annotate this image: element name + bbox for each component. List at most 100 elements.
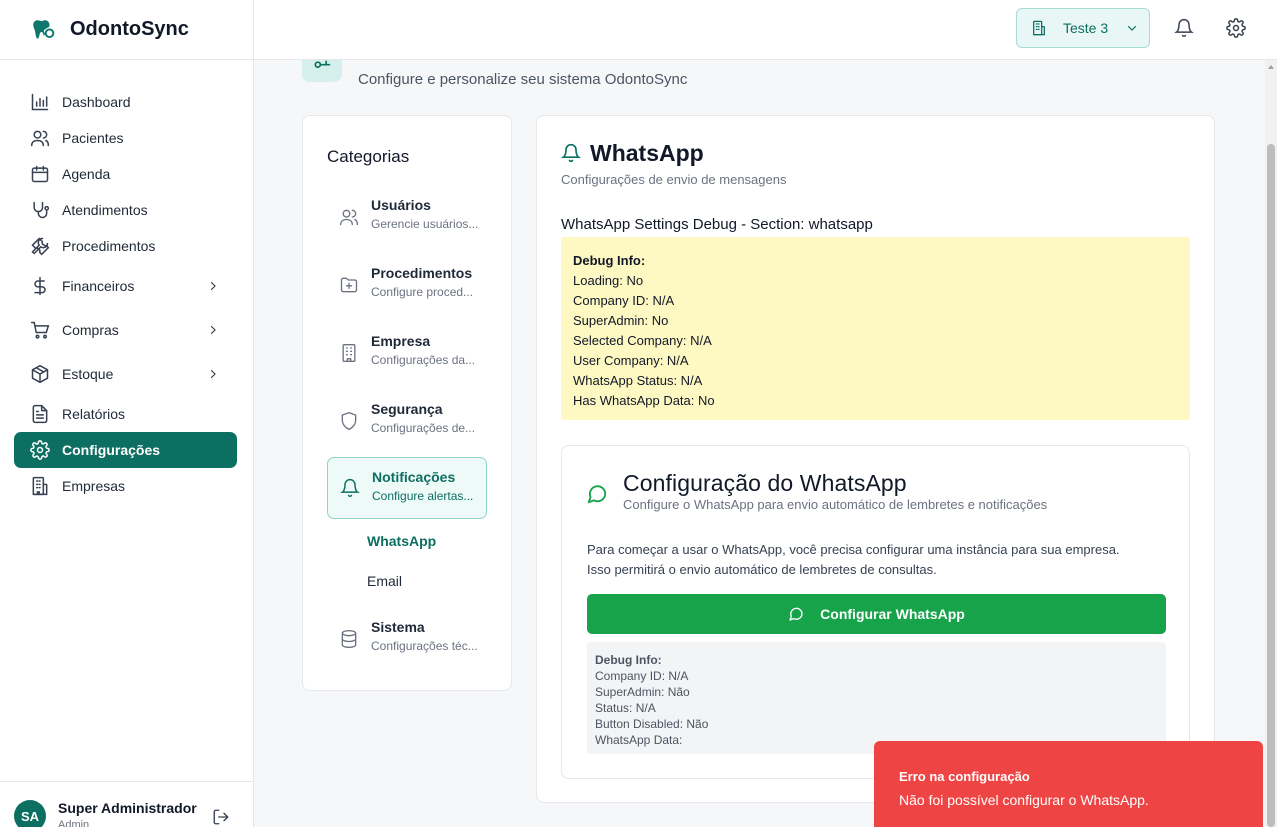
button-label: Configurar WhatsApp <box>820 606 965 622</box>
category-subtitle: Gerencie usuários... <box>371 217 479 231</box>
chevron-right-icon <box>207 324 219 336</box>
scroll-thumb[interactable] <box>1267 144 1275 827</box>
sidebar-item-configuracoes[interactable]: Configurações <box>14 432 237 468</box>
sidebar-item-label: Estoque <box>62 366 114 382</box>
logout-icon[interactable] <box>212 808 230 826</box>
toast-title: Erro na configuração <box>899 769 1030 784</box>
card-paragraph: Para começar a usar o WhatsApp, você pre… <box>587 542 1120 557</box>
category-title: Notificações <box>372 469 456 485</box>
company-selector[interactable]: Teste 3 <box>1016 8 1150 48</box>
debug-line: Company ID: N/A <box>595 669 689 683</box>
bell-icon <box>561 143 581 163</box>
category-title: Sistema <box>371 619 425 635</box>
bar-chart-icon <box>30 92 50 112</box>
sidebar-item-label: Agenda <box>62 166 111 182</box>
category-procedimentos[interactable]: Procedimentos Configure proced... <box>327 254 487 316</box>
toast-message: Não foi possível configurar o WhatsApp. <box>899 792 1149 808</box>
users-icon <box>30 128 50 148</box>
sidebar-item-label: Pacientes <box>62 130 124 146</box>
user-profile: SA Super Administrador Admin <box>0 781 253 827</box>
sidebar-item-label: Financeiros <box>62 278 135 294</box>
users-icon <box>339 207 359 227</box>
cart-icon <box>30 320 50 340</box>
bell-icon[interactable] <box>1174 18 1194 38</box>
sidebar-item-label: Relatórios <box>62 406 126 422</box>
debug-heading: WhatsApp Settings Debug - Section: whats… <box>561 216 873 233</box>
debug-line: Status: N/A <box>595 701 656 715</box>
chevron-down-icon <box>1126 22 1138 34</box>
calendar-icon <box>30 164 50 184</box>
sidebar-nav: Dashboard Pacientes Agenda Atendimentos … <box>0 60 253 504</box>
scroll-up-arrow[interactable] <box>1268 65 1274 69</box>
shield-icon <box>339 411 359 431</box>
category-usuarios[interactable]: Usuários Gerencie usuários... <box>327 186 487 248</box>
debug-line: WhatsApp Status: N/A <box>573 373 703 388</box>
error-toast[interactable]: Erro na configuração Não foi possível co… <box>874 741 1263 827</box>
section-subtitle: Configurações de envio de mensagens <box>561 172 787 187</box>
card-title: Configuração do WhatsApp <box>623 470 907 496</box>
debug-line: Button Disabled: Não <box>595 717 709 731</box>
top-header: Teste 3 <box>254 0 1277 60</box>
sidebar-item-relatorios[interactable]: Relatórios <box>14 396 237 432</box>
sidebar-item-label: Atendimentos <box>62 202 148 218</box>
debug-info-box: Debug Info: Loading: No Company ID: N/A … <box>561 237 1190 420</box>
category-sistema[interactable]: Sistema Configurações téc... <box>327 608 487 670</box>
gear-icon <box>30 440 50 460</box>
debug-line: Selected Company: N/A <box>573 333 712 348</box>
debug-line: User Company: N/A <box>573 353 689 368</box>
category-seguranca[interactable]: Segurança Configurações de... <box>327 390 487 452</box>
category-notificacoes[interactable]: Notificações Configure alertas... <box>327 457 487 519</box>
sidebar-item-dashboard[interactable]: Dashboard <box>14 84 237 120</box>
sidebar-item-empresas[interactable]: Empresas <box>14 468 237 504</box>
debug-line: Company ID: N/A <box>573 293 675 308</box>
report-icon <box>30 404 50 424</box>
sidebar-item-procedimentos[interactable]: Procedimentos <box>14 228 237 264</box>
database-icon <box>339 629 359 649</box>
whatsapp-config-card: Configuração do WhatsApp Configure o Wha… <box>561 445 1190 779</box>
building-icon <box>1031 20 1047 36</box>
building-icon <box>30 476 50 496</box>
building-icon <box>339 343 359 363</box>
category-title: Empresa <box>371 333 431 349</box>
card-description: Para começar a usar o WhatsApp, você pre… <box>587 540 1177 580</box>
message-circle-icon <box>788 606 804 622</box>
sidebar-item-label: Compras <box>62 322 119 338</box>
debug-line: Has WhatsApp Data: No <box>573 393 715 408</box>
categories-title: Categorias <box>327 147 410 166</box>
sidebar-item-label: Procedimentos <box>62 238 156 254</box>
sidebar-item-pacientes[interactable]: Pacientes <box>14 120 237 156</box>
subcategory-whatsapp[interactable]: WhatsApp <box>367 533 436 549</box>
dollar-icon <box>30 276 50 296</box>
avatar[interactable]: SA <box>14 800 46 827</box>
sidebar-item-compras[interactable]: Compras <box>14 308 237 352</box>
debug-line: Loading: No <box>573 273 644 288</box>
bell-icon <box>340 478 360 498</box>
sidebar: OdontoSync Dashboard Pacientes Agenda At… <box>0 0 254 827</box>
category-empresa[interactable]: Empresa Configurações da... <box>327 322 487 384</box>
box-icon <box>30 364 50 384</box>
category-subtitle: Configurações téc... <box>371 639 478 653</box>
message-circle-icon <box>586 483 608 505</box>
sidebar-item-atendimentos[interactable]: Atendimentos <box>14 192 237 228</box>
subcategory-email[interactable]: Email <box>367 573 402 589</box>
category-subtitle: Configurações da... <box>371 353 476 367</box>
sidebar-item-agenda[interactable]: Agenda <box>14 156 237 192</box>
sidebar-item-label: Dashboard <box>62 94 131 110</box>
sidebar-item-estoque[interactable]: Estoque <box>14 352 237 396</box>
category-subtitle: Configure alertas... <box>372 489 474 503</box>
sidebar-item-label: Configurações <box>62 442 161 458</box>
whatsapp-settings-panel: WhatsApp Configurações de envio de mensa… <box>536 115 1215 803</box>
brand[interactable]: OdontoSync <box>0 0 253 60</box>
company-selector-value: Teste 3 <box>1063 20 1109 36</box>
chevron-right-icon <box>207 368 219 380</box>
debug-title: Debug Info: <box>573 253 646 268</box>
gear-icon[interactable] <box>1226 18 1246 38</box>
category-subtitle: Configure proced... <box>371 285 474 299</box>
category-subtitle: Configurações de... <box>371 421 476 435</box>
section-title: WhatsApp <box>590 140 704 166</box>
configure-whatsapp-button[interactable]: Configurar WhatsApp <box>587 594 1166 634</box>
category-title: Segurança <box>371 401 443 417</box>
scrollbar[interactable] <box>1265 60 1277 827</box>
debug-line: SuperAdmin: No <box>573 313 669 328</box>
sidebar-item-financeiros[interactable]: Financeiros <box>14 264 237 308</box>
